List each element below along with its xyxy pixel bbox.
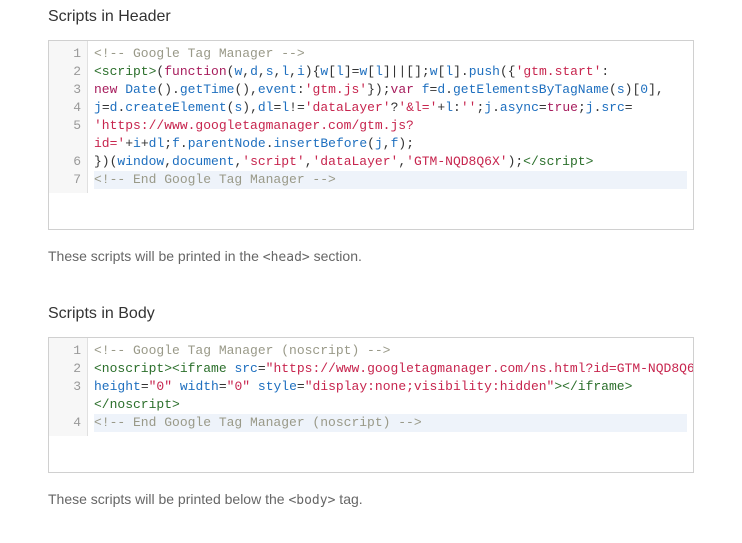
page-container: Scripts in Header 1234567 <!-- Google Ta…: [0, 0, 742, 528]
code-line[interactable]: <!-- Google Tag Manager (noscript) -->: [94, 342, 687, 360]
code-line[interactable]: height="0" width="0" style="display:none…: [94, 378, 687, 414]
editor-blank-space[interactable]: [49, 436, 693, 472]
code-line[interactable]: <!-- End Google Tag Manager -->: [94, 171, 687, 189]
code-content[interactable]: <!-- Google Tag Manager --><script>(func…: [88, 41, 693, 193]
code-line[interactable]: <script>(function(w,d,s,l,i){w[l]=w[l]||…: [94, 63, 687, 81]
code-line[interactable]: j=d.createElement(s),dl=l!='dataLayer'?'…: [94, 99, 687, 117]
code-line[interactable]: new Date().getTime(),event:'gtm.js'});va…: [94, 81, 687, 99]
header-scripts-editor[interactable]: 1234567 <!-- Google Tag Manager --><scri…: [48, 40, 694, 230]
body-scripts-title: Scripts in Body: [48, 305, 694, 323]
code-content[interactable]: <!-- Google Tag Manager (noscript) --><n…: [88, 338, 693, 436]
body-scripts-editor[interactable]: 1234 <!-- Google Tag Manager (noscript) …: [48, 337, 694, 473]
line-gutter: 1234: [49, 338, 88, 436]
body-scripts-help: These scripts will be printed below the …: [48, 491, 694, 508]
header-scripts-help: These scripts will be printed in the <he…: [48, 248, 694, 265]
line-gutter: 1234567: [49, 41, 88, 193]
editor-blank-space[interactable]: [49, 193, 693, 229]
code-line[interactable]: })(window,document,'script','dataLayer',…: [94, 153, 687, 171]
code-line[interactable]: 'https://www.googletagmanager.com/gtm.js…: [94, 117, 687, 153]
header-scripts-title: Scripts in Header: [48, 8, 694, 26]
code-line[interactable]: <noscript><iframe src="https://www.googl…: [94, 360, 687, 378]
code-line[interactable]: <!-- Google Tag Manager -->: [94, 45, 687, 63]
code-line[interactable]: <!-- End Google Tag Manager (noscript) -…: [94, 414, 687, 432]
